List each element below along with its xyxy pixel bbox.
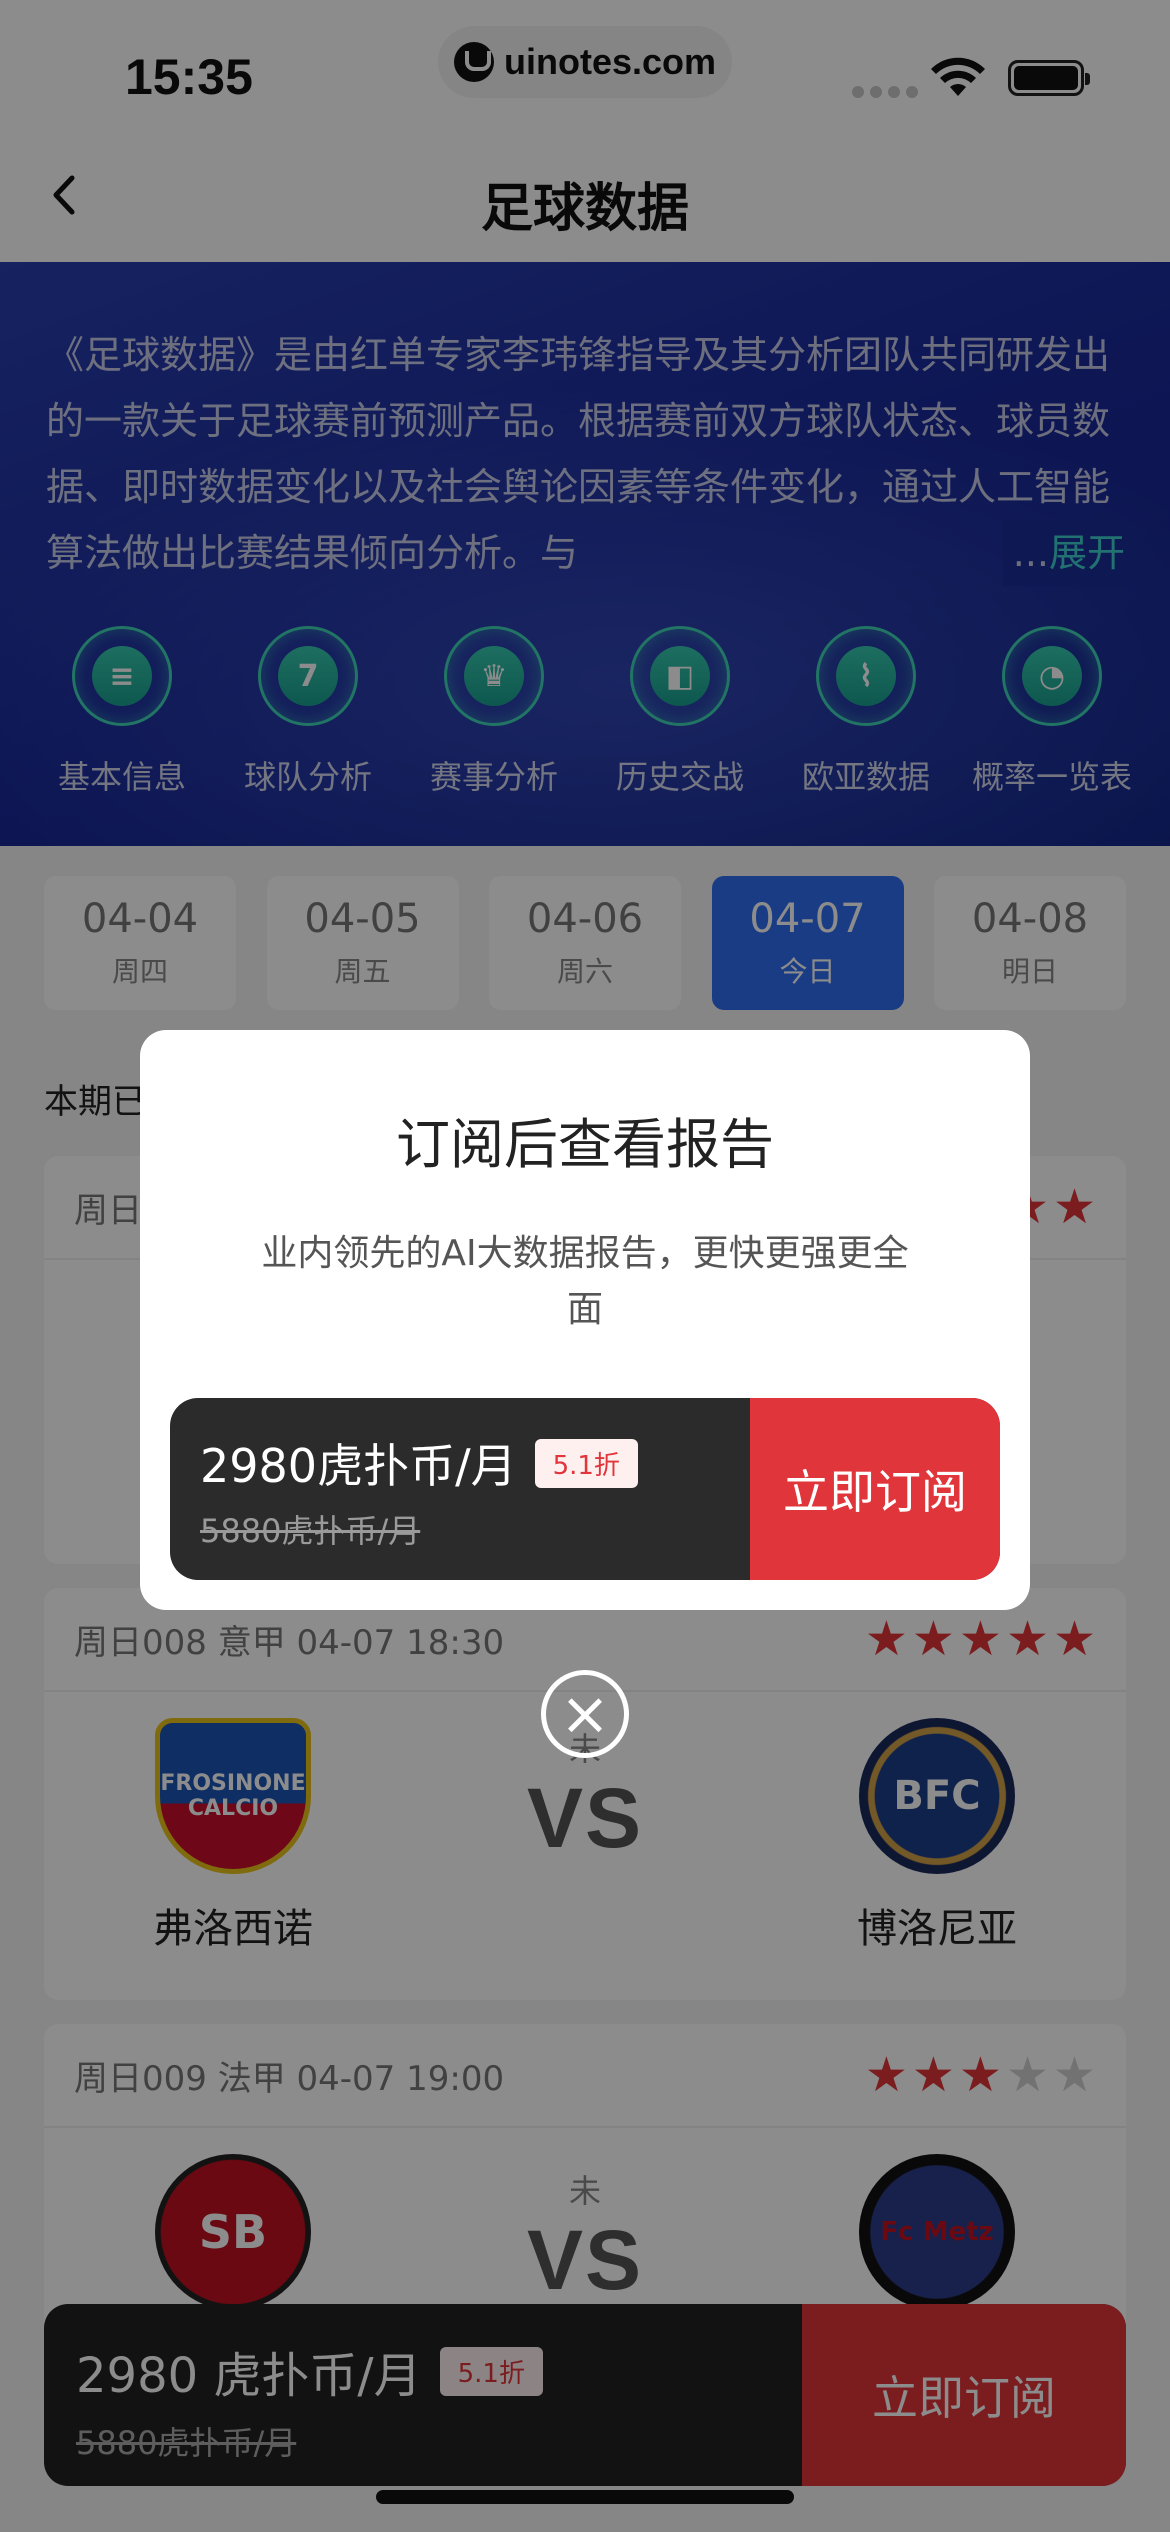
modal-price: 2980虎扑币/月: [200, 1439, 517, 1493]
modal-offer: 2980虎扑币/月 5.1折 5880虎扑币/月 立即订阅: [170, 1398, 1000, 1580]
modal-title: 订阅后查看报告: [396, 1113, 774, 1176]
modal-original-price: 5880虎扑币/月: [200, 1512, 421, 1550]
modal-description: 业内领先的AI大数据报告，更快更强更全面: [261, 1233, 909, 1330]
modal-subscribe-button[interactable]: 立即订阅: [750, 1398, 1000, 1580]
close-icon[interactable]: ×: [541, 1670, 629, 1758]
modal-discount-badge: 5.1折: [534, 1438, 638, 1488]
modal-price-area: 2980虎扑币/月 5.1折 5880虎扑币/月: [170, 1398, 750, 1580]
modal-overlay[interactable]: 订阅后查看报告 业内领先的AI大数据报告，更快更强更全面 2980虎扑币/月 5…: [0, 0, 1170, 2532]
subscribe-modal: 订阅后查看报告 业内领先的AI大数据报告，更快更强更全面 2980虎扑币/月 5…: [140, 1030, 1030, 1610]
